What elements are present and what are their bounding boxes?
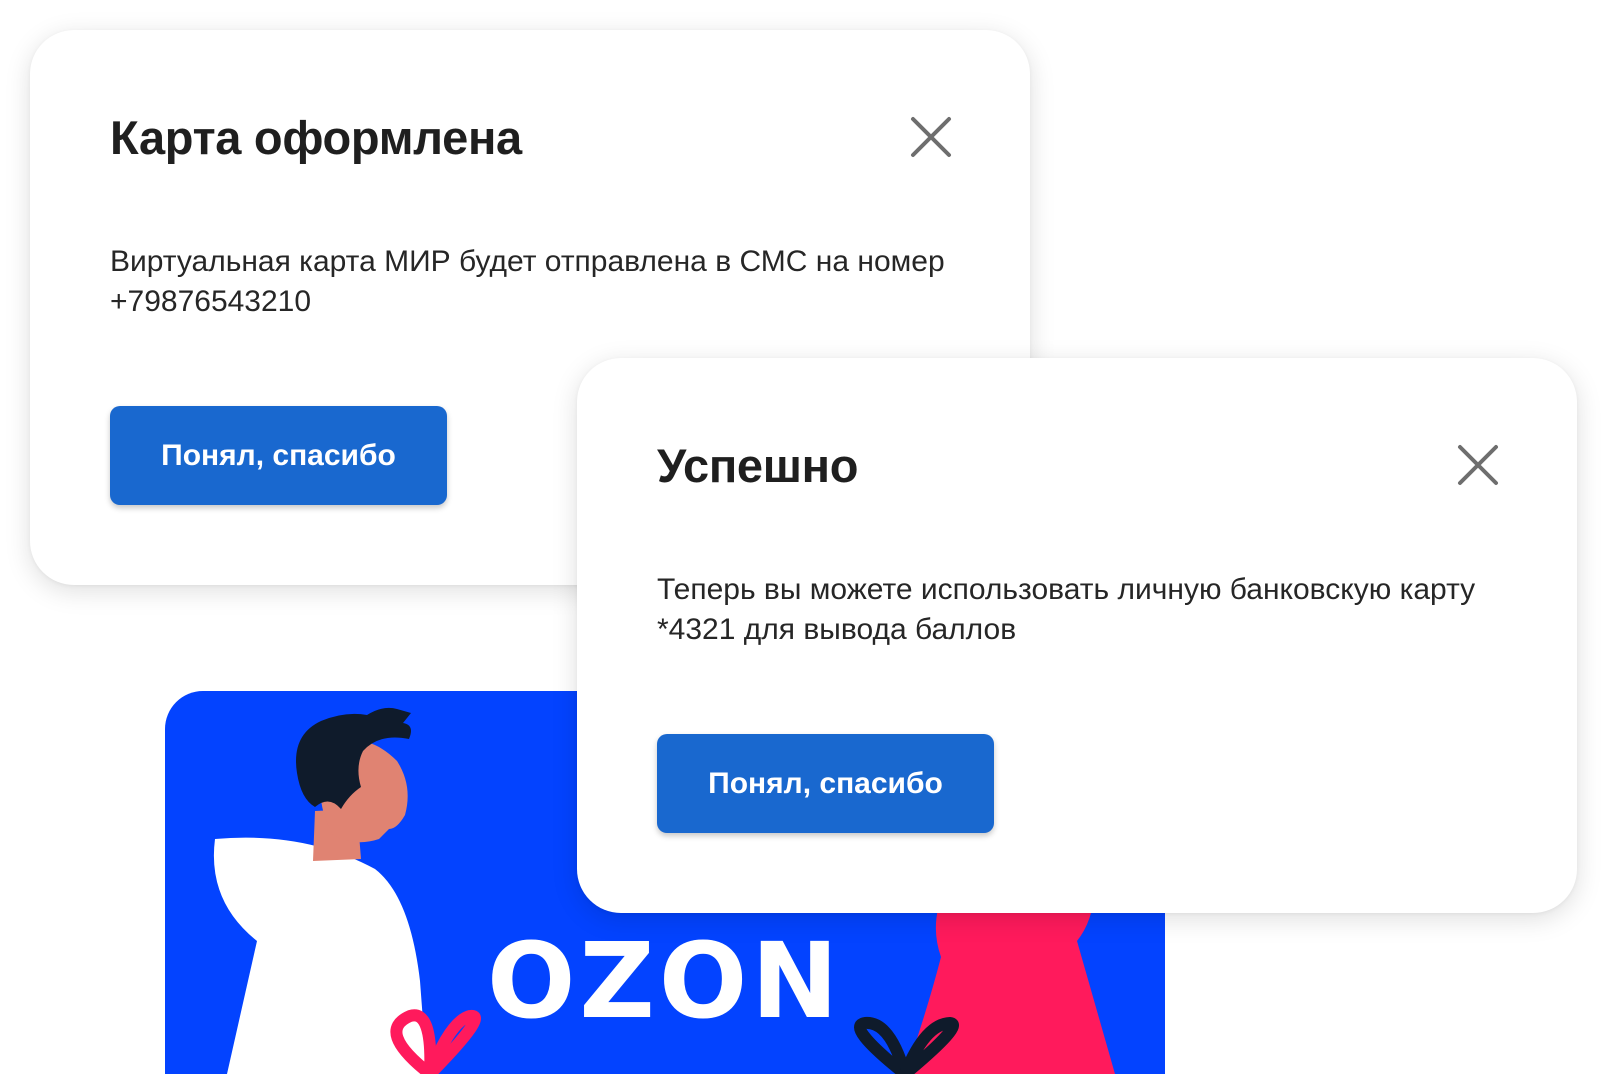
dialog-title: Карта оформлена xyxy=(110,111,522,164)
dialog-message: Теперь вы можете использовать личную бан… xyxy=(657,573,1476,646)
close-icon[interactable] xyxy=(1457,444,1499,486)
dialog-title: Успешно xyxy=(657,439,859,492)
got-it-button[interactable]: Понял, спасибо xyxy=(657,734,994,833)
got-it-button[interactable]: Понял, спасибо xyxy=(110,406,447,505)
dialog-message: Виртуальная карта МИР будет отправлена в… xyxy=(110,245,945,318)
ozon-logo: OZON xyxy=(487,920,843,1042)
close-icon[interactable] xyxy=(910,116,952,158)
success-dialog: Успешно Теперь вы можете использовать ли… xyxy=(577,358,1577,913)
